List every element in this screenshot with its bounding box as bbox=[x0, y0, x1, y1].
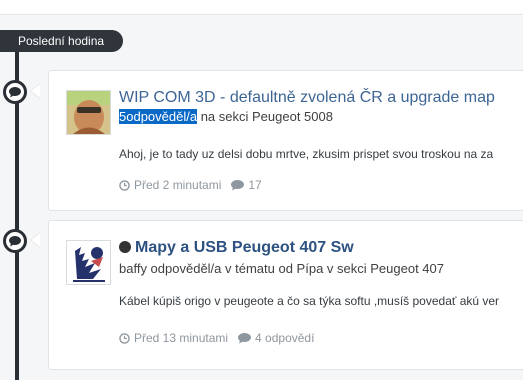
selected-text[interactable]: 5odpověděl/a bbox=[119, 109, 198, 124]
clock-icon bbox=[119, 179, 130, 191]
activity-meta: baffy odpověděl/a v tématu od Pípa v sek… bbox=[119, 261, 444, 276]
post-snippet: Ahoj, je to tady uz delsi dobu mrtve, zk… bbox=[119, 147, 494, 161]
unread-indicator-icon bbox=[119, 241, 131, 253]
topic-title-text: Mapy a USB Peugeot 407 Sw bbox=[135, 239, 354, 256]
activity-card: Mapy a USB Peugeot 407 Sw baffy odpovědě… bbox=[48, 220, 523, 370]
timeline-section-label: Poslední hodina bbox=[0, 30, 123, 52]
reply-count-text: 17 bbox=[248, 178, 262, 192]
clock-icon bbox=[119, 332, 130, 344]
post-time[interactable]: Před 13 minutami bbox=[119, 331, 228, 345]
activity-meta-text: na sekci Peugeot 5008 bbox=[197, 109, 333, 124]
post-snippet: Kábel kúpiš origo v peugeote a čo sa týk… bbox=[119, 294, 500, 308]
card-pointer bbox=[30, 83, 40, 99]
activity-card: WIP COM 3D - defaultně zvolená ČR a upgr… bbox=[48, 70, 523, 211]
reply-count: 17 bbox=[231, 178, 262, 192]
card-pointer bbox=[30, 232, 40, 248]
comment-icon bbox=[3, 80, 27, 104]
replies-icon bbox=[238, 332, 252, 343]
post-time-text: Před 13 minutami bbox=[134, 331, 229, 345]
topic-title-link[interactable]: WIP COM 3D - defaultně zvolená ČR a upgr… bbox=[119, 89, 495, 107]
replies-icon bbox=[231, 179, 245, 190]
avatar[interactable] bbox=[66, 90, 111, 135]
page-top-strip bbox=[0, 0, 523, 15]
post-stats: Před 2 minutami 17 bbox=[119, 178, 272, 192]
avatar[interactable] bbox=[66, 240, 111, 285]
post-time-text: Před 2 minutami bbox=[134, 178, 222, 192]
post-time[interactable]: Před 2 minutami bbox=[119, 178, 221, 192]
topic-title-link[interactable]: Mapy a USB Peugeot 407 Sw bbox=[119, 239, 354, 257]
reply-count-text: 4 odpovědí bbox=[255, 331, 315, 345]
post-stats: Před 13 minutami 4 odpovědí bbox=[119, 331, 324, 345]
reply-count: 4 odpovědí bbox=[238, 331, 314, 345]
activity-meta: 5odpověděl/a na sekci Peugeot 5008 bbox=[119, 109, 333, 124]
comment-icon bbox=[3, 229, 27, 253]
